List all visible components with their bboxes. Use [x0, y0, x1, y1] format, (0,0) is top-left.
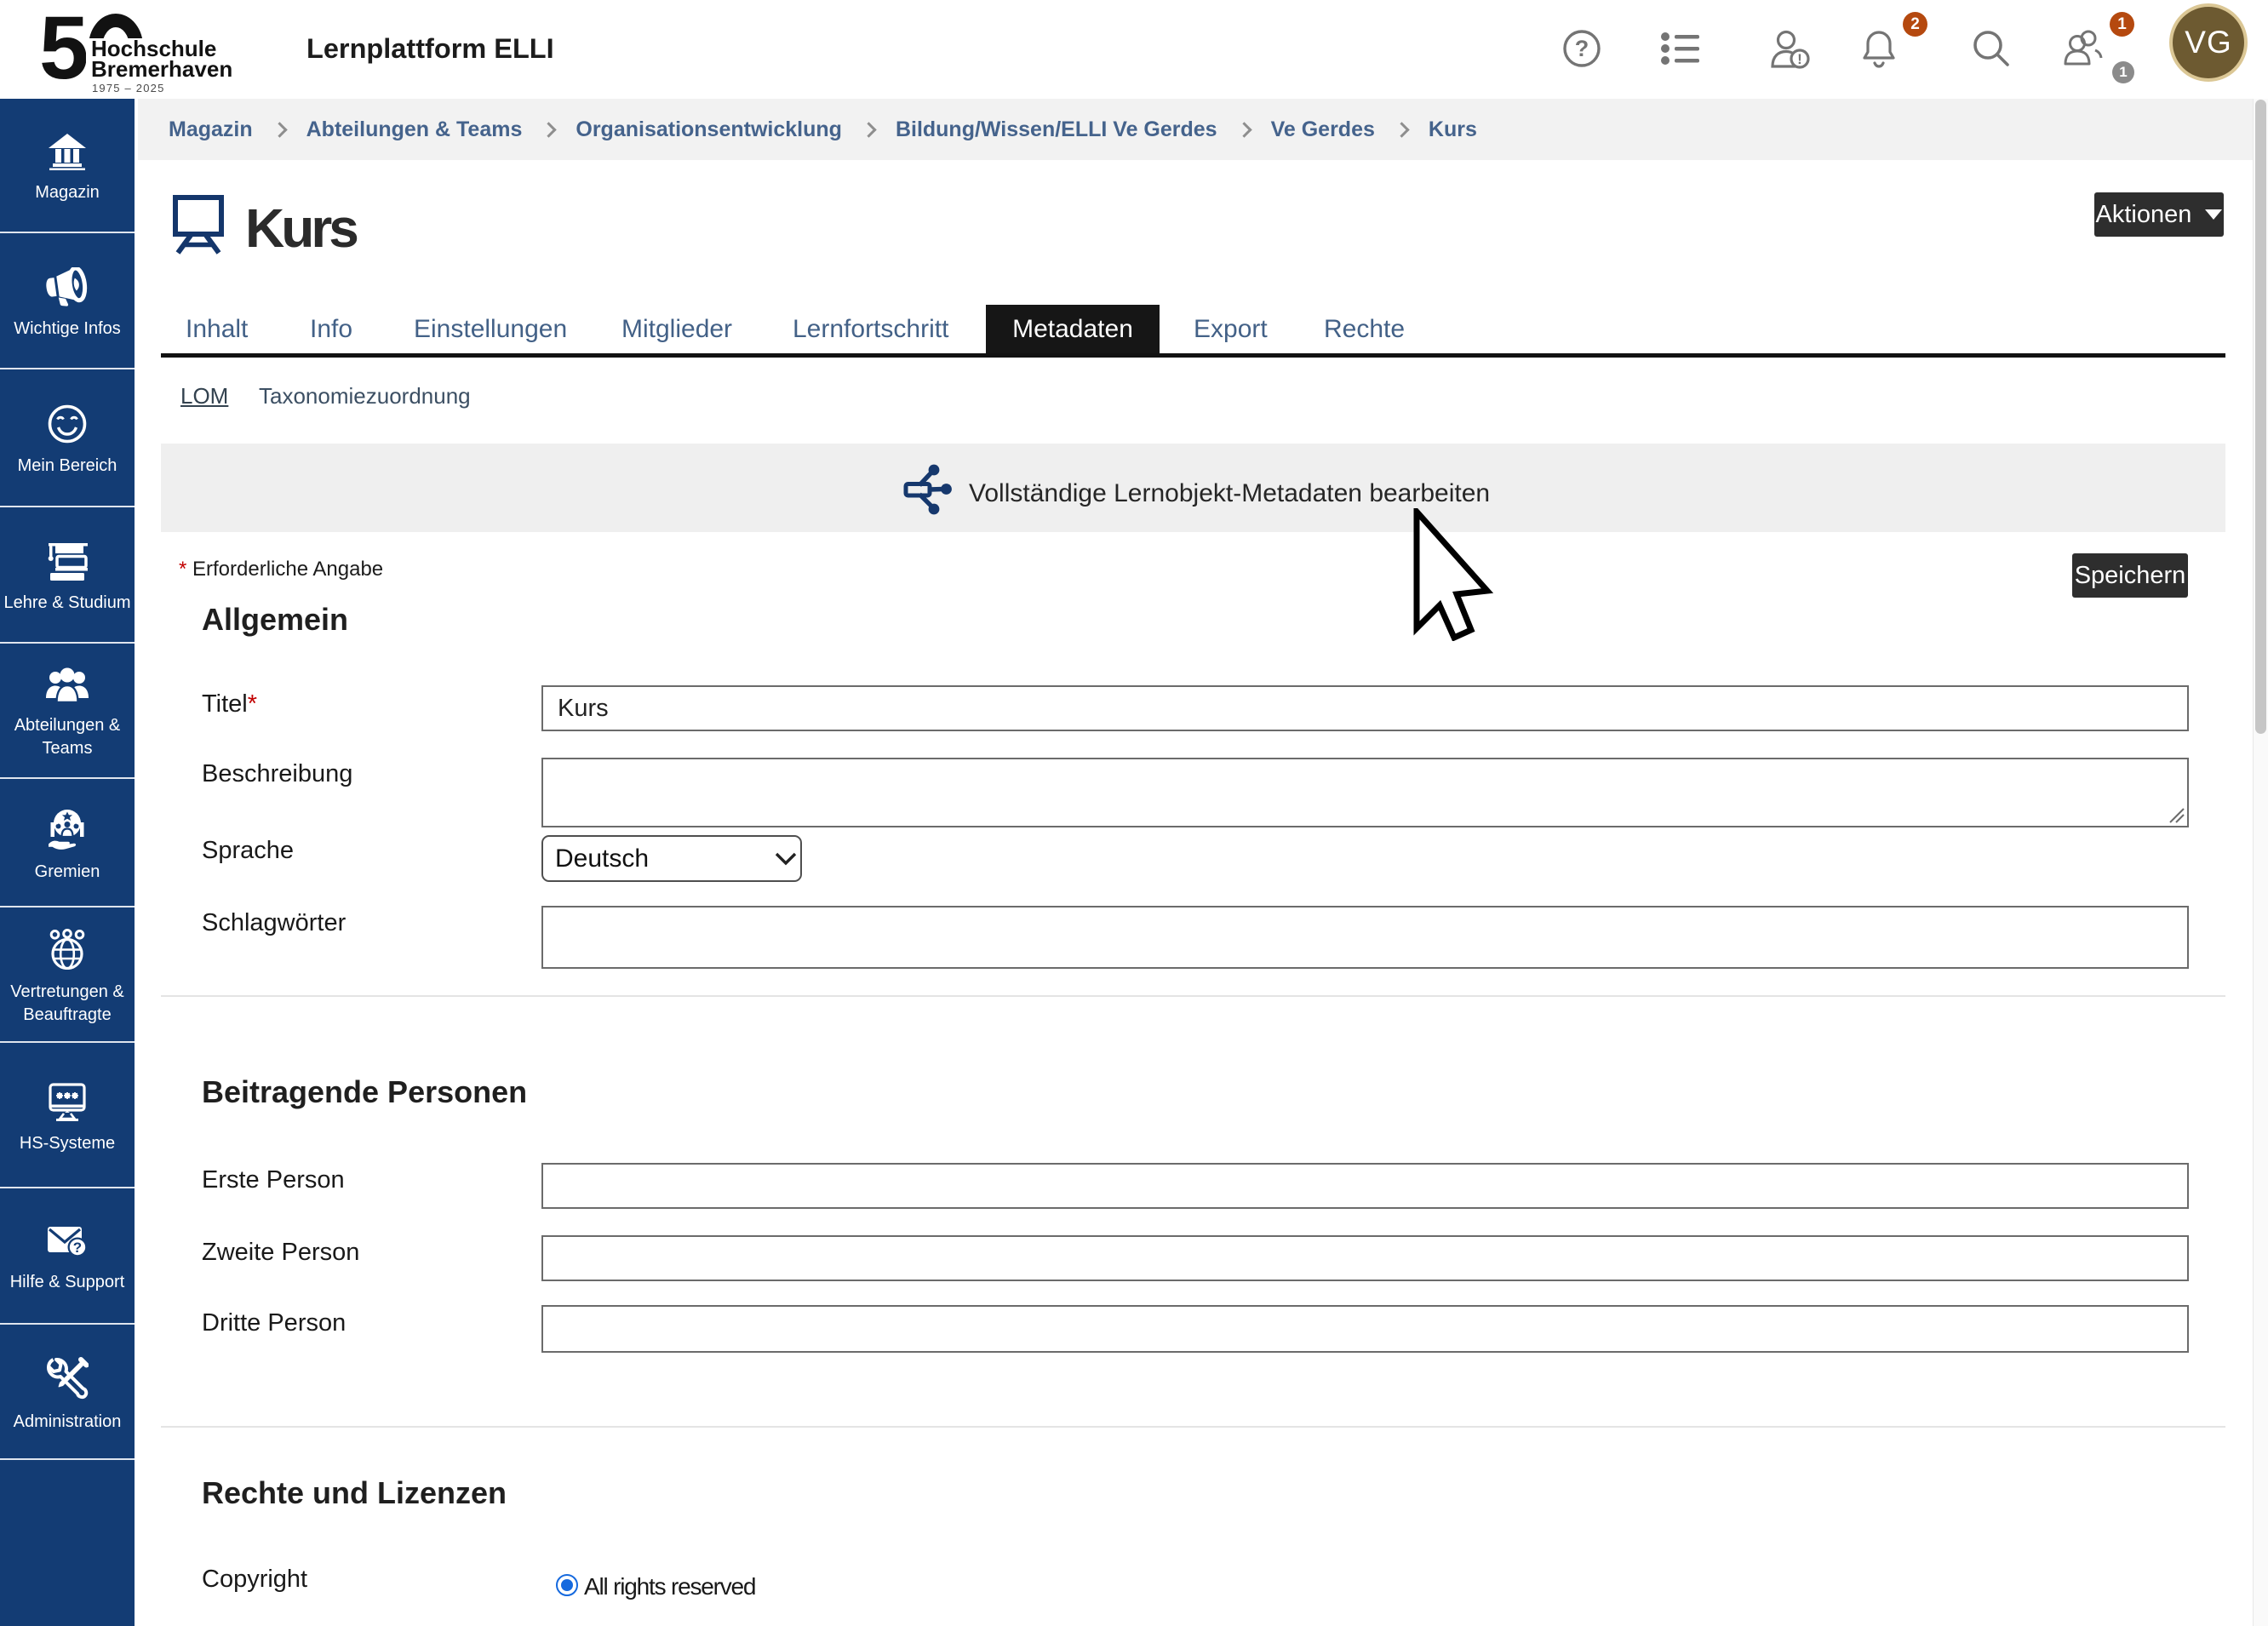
svg-text:?: ?: [73, 1240, 82, 1256]
svg-text:?: ?: [1575, 36, 1589, 61]
svg-text:!: !: [1797, 51, 1802, 67]
